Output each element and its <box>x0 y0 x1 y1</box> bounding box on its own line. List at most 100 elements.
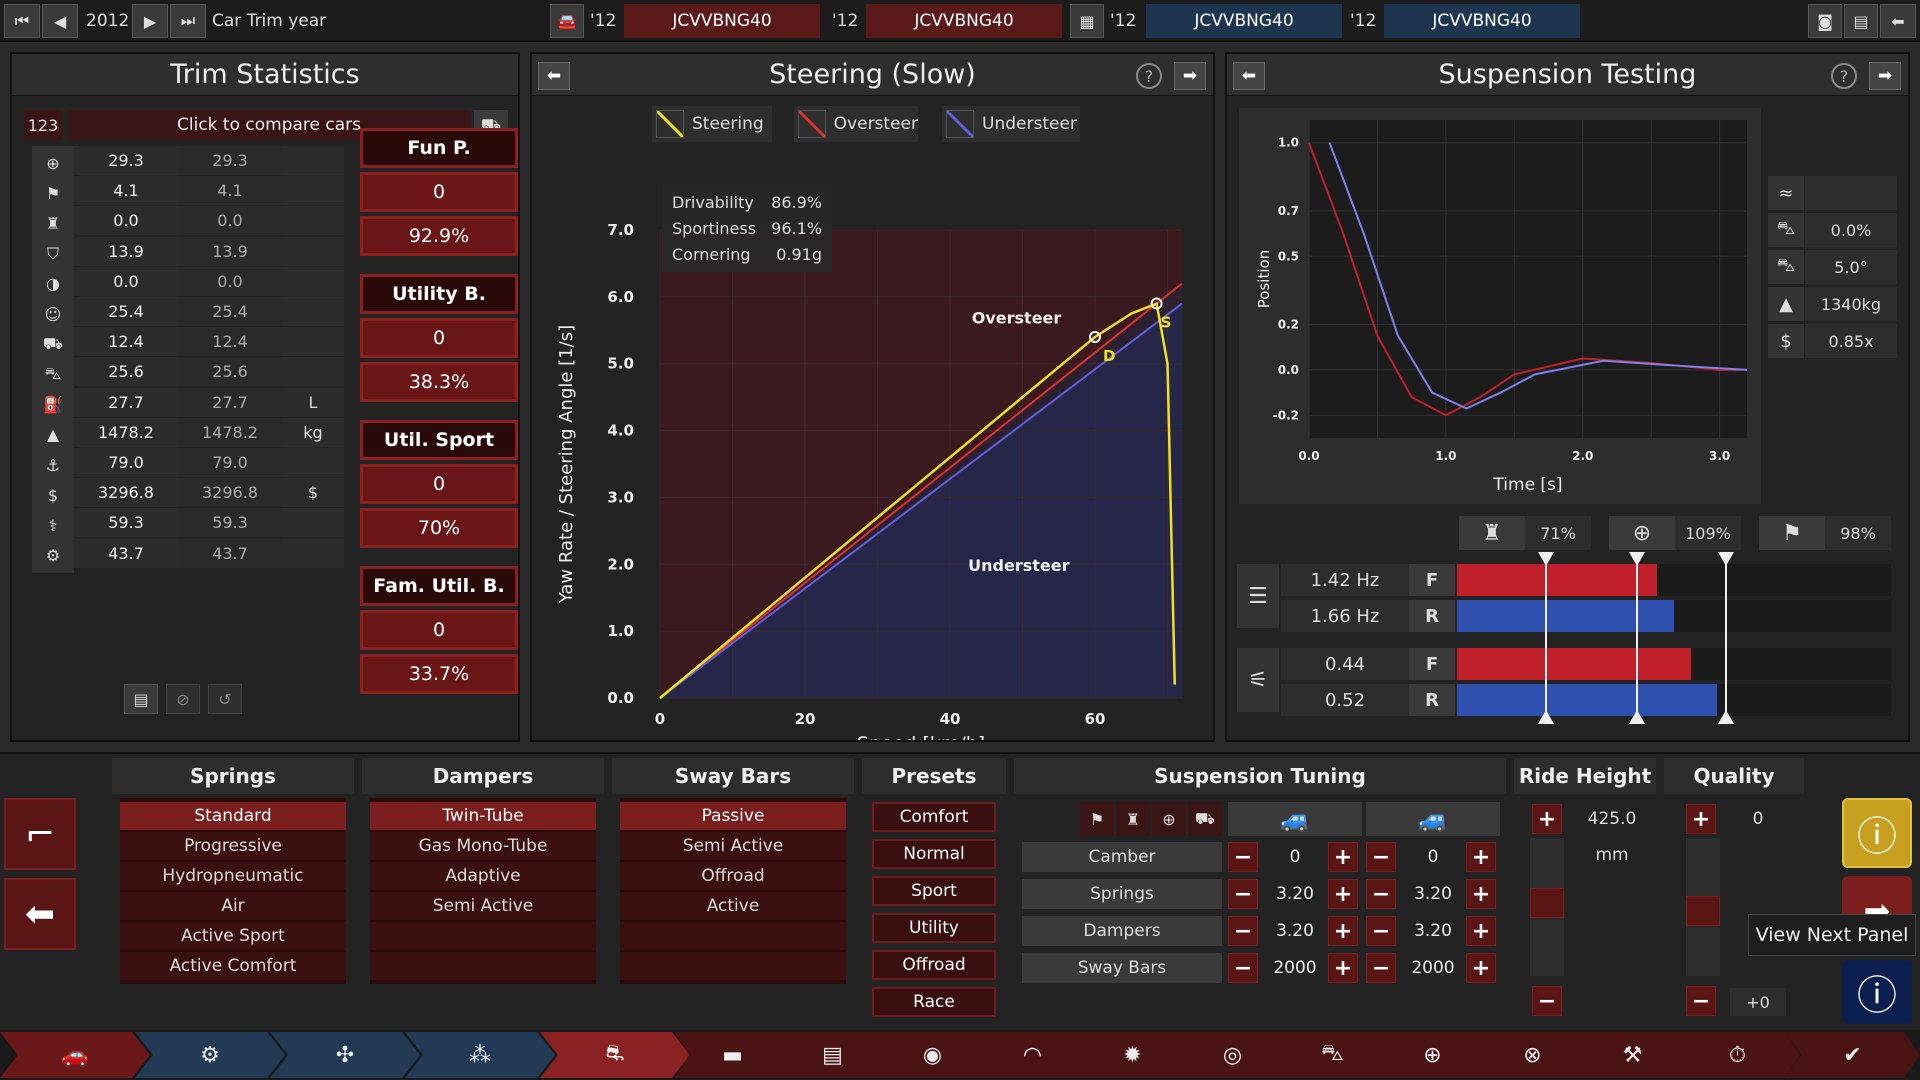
swaybars-option[interactable]: Active <box>620 892 846 920</box>
dampers-option[interactable]: Adaptive <box>370 862 596 890</box>
preset-offroad[interactable]: Offroad <box>872 950 996 980</box>
nav-fixture-icon[interactable]: ▤ <box>775 1032 890 1078</box>
score-title: Fam. Util. B. <box>360 566 518 606</box>
swaybars-option[interactable]: Passive <box>620 802 846 830</box>
stat-row: ⚙ 43.7 43.7 <box>32 538 347 573</box>
ride-height-decrease-button[interactable]: − <box>1532 986 1562 1016</box>
nav-test-track-icon[interactable]: ⏱ <box>1675 1032 1800 1078</box>
springs-option[interactable]: Air <box>120 892 346 920</box>
trim-tab-1[interactable]: JCVVBNG40 <box>624 4 820 38</box>
last-year-button[interactable]: ⏭ <box>170 4 206 38</box>
rear-decrease-button[interactable]: − <box>1366 916 1396 946</box>
preset-sport[interactable]: Sport <box>872 876 996 906</box>
prev-panel-button[interactable]: ⬅ <box>538 62 570 90</box>
next-year-button[interactable]: ▶ <box>132 4 168 38</box>
quality-increase-button[interactable]: + <box>1686 804 1716 834</box>
nav-steering-icon[interactable]: ⊕ <box>1375 1032 1490 1078</box>
nav-safety-icon[interactable]: ⊗ <box>1475 1032 1590 1078</box>
swaybars-option[interactable]: Offroad <box>620 862 846 890</box>
camera-icon[interactable]: ◙ <box>1808 4 1842 38</box>
preset-race[interactable]: Race <box>872 987 996 1017</box>
prev-panel-button[interactable]: ⬅ <box>1233 62 1265 90</box>
rating-value: 71% <box>1525 516 1591 550</box>
front-increase-button[interactable]: + <box>1328 879 1358 909</box>
prev-year-button[interactable]: ◀ <box>42 4 78 38</box>
calculator-icon[interactable]: ▤ <box>1844 4 1878 38</box>
rear-increase-button[interactable]: + <box>1466 916 1496 946</box>
quality-slider-handle[interactable] <box>1686 896 1720 926</box>
stat-unit <box>282 538 344 568</box>
dampers-option[interactable]: Twin-Tube <box>370 802 596 830</box>
rear-increase-button[interactable]: + <box>1466 842 1496 872</box>
suspension-diagram-icon[interactable]: ⌐ <box>4 798 76 870</box>
nav-wheels-icon[interactable]: ✹ <box>1075 1032 1190 1078</box>
cargo-car-icon[interactable]: ⛟ <box>1188 802 1222 836</box>
first-year-button[interactable]: ⏮ <box>4 4 40 38</box>
help-icon[interactable]: ? <box>1136 63 1162 89</box>
oversteer-swatch-icon <box>798 110 826 138</box>
dampers-option[interactable]: Semi Active <box>370 892 596 920</box>
help-icon[interactable]: ⓘ <box>1842 960 1912 1024</box>
next-panel-button[interactable]: ➡ <box>1869 62 1901 90</box>
nav-chassis-icon[interactable]: ⚙ <box>135 1032 285 1078</box>
rear-decrease-button[interactable]: − <box>1366 842 1396 872</box>
nav-finish-icon[interactable]: ✔ <box>1785 1032 1920 1078</box>
preset-normal[interactable]: Normal <box>872 839 996 869</box>
dampers-option <box>370 922 596 950</box>
nav-layout-icon[interactable]: ⁂ <box>405 1032 555 1078</box>
swaybars-option[interactable]: Semi Active <box>620 832 846 860</box>
back-arrow-icon[interactable]: ⬅ <box>1880 4 1916 38</box>
springs-option[interactable]: Active Comfort <box>120 952 346 980</box>
trim-tab-3[interactable]: JCVVBNG40 <box>1146 4 1342 38</box>
undo-icon[interactable]: ↺ <box>208 684 242 714</box>
quality-decrease-button[interactable]: − <box>1686 986 1716 1016</box>
springs-option[interactable]: Standard <box>120 802 346 830</box>
stat-value: 1478.2 <box>74 417 178 447</box>
legend-steering: Steering <box>652 106 772 142</box>
front-increase-button[interactable]: + <box>1328 916 1358 946</box>
front-decrease-button[interactable]: − <box>1228 953 1258 983</box>
race-flag-icon[interactable]: ⚑ <box>1080 802 1114 836</box>
clear-icon[interactable]: ⊘ <box>166 684 200 714</box>
rear-increase-button[interactable]: + <box>1466 953 1496 983</box>
nav-car-body-icon[interactable]: 🚗 <box>0 1032 150 1078</box>
nav-tuning-icon[interactable]: ⚒ <box>1575 1032 1690 1078</box>
rear-decrease-button[interactable]: − <box>1366 953 1396 983</box>
front-decrease-button[interactable]: − <box>1228 916 1258 946</box>
springs-option[interactable]: Progressive <box>120 832 346 860</box>
rear-increase-button[interactable]: + <box>1466 879 1496 909</box>
front-increase-button[interactable]: + <box>1328 842 1358 872</box>
understeer-region-label: Understeer <box>968 556 1069 575</box>
springs-option[interactable]: Active Sport <box>120 922 346 950</box>
rear-decrease-button[interactable]: − <box>1366 879 1396 909</box>
stat-compare-value: 0.0 <box>178 206 282 236</box>
front-decrease-button[interactable]: − <box>1228 842 1258 872</box>
calendar-icon[interactable]: ▦ <box>1070 4 1104 38</box>
trim-tab-4[interactable]: JCVVBNG40 <box>1384 4 1580 38</box>
score-percent: 70% <box>360 508 518 548</box>
nav-interior-icon[interactable]: ▬ <box>675 1032 790 1078</box>
trim-tab-2[interactable]: JCVVBNG40 <box>866 4 1062 38</box>
front-increase-button[interactable]: + <box>1328 953 1358 983</box>
nav-aero-icon[interactable]: ◠ <box>975 1032 1090 1078</box>
nav-brakes-icon[interactable]: ◉ <box>875 1032 990 1078</box>
nav-car-icon[interactable]: ⛍ <box>1275 1032 1390 1078</box>
nav-drivetrain-icon[interactable]: ✣ <box>270 1032 420 1078</box>
ride-height-increase-button[interactable]: + <box>1532 804 1562 834</box>
ride-height-slider-handle[interactable] <box>1530 888 1564 918</box>
next-panel-button[interactable]: ➡ <box>1174 62 1206 90</box>
car-icon[interactable]: 🚘 <box>550 4 584 38</box>
preset-comfort[interactable]: Comfort <box>872 802 996 832</box>
nav-suspension-icon[interactable]: ⛐ <box>540 1032 690 1078</box>
steering-wheel-icon[interactable]: ⊕ <box>1152 802 1186 836</box>
nav-tyres-icon[interactable]: ◎ <box>1175 1032 1290 1078</box>
clipboard-icon[interactable]: ▤ <box>124 684 158 714</box>
dampers-option[interactable]: Gas Mono-Tube <box>370 832 596 860</box>
seat-icon[interactable]: ♜ <box>1116 802 1150 836</box>
front-decrease-button[interactable]: − <box>1228 879 1258 909</box>
springs-option[interactable]: Hydropneumatic <box>120 862 346 890</box>
preset-utility[interactable]: Utility <box>872 913 996 943</box>
warning-icon[interactable]: ⓘ <box>1842 798 1912 868</box>
help-icon[interactable]: ? <box>1831 63 1857 89</box>
back-arrow-icon[interactable]: ⬅ <box>4 878 76 950</box>
